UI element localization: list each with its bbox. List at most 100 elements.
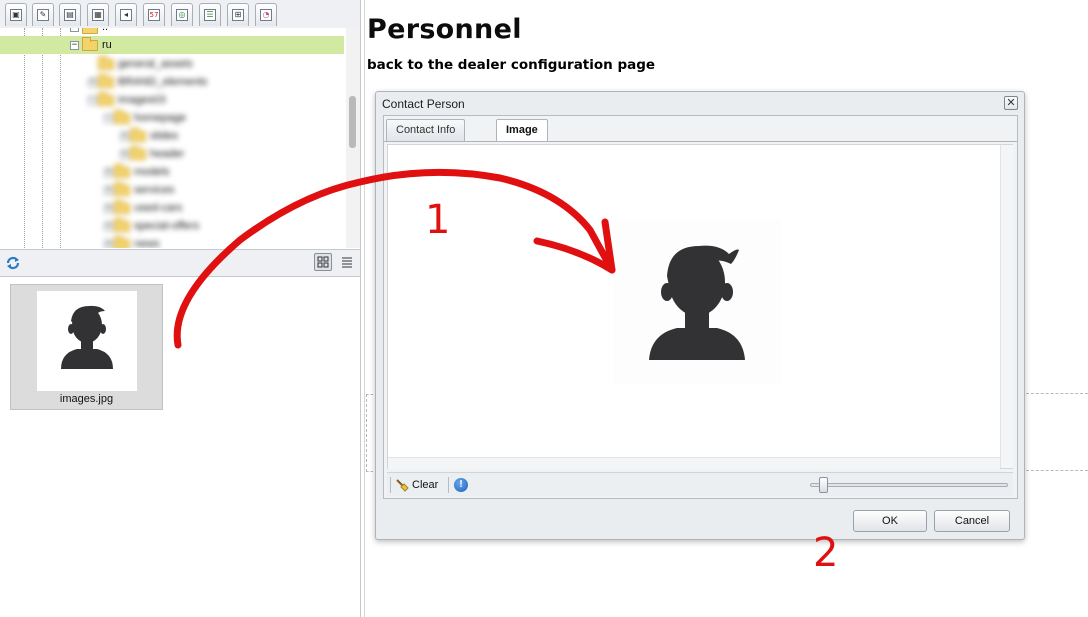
expand-toggle[interactable]: + [104,168,113,177]
globe-tab[interactable]: ◎ [171,3,193,26]
tree-item-label: used-cars [134,202,183,214]
expand-toggle[interactable]: + [104,204,113,213]
expand-toggle[interactable]: + [104,240,113,248]
list-icon [342,257,352,268]
list-view-button[interactable] [338,253,356,271]
tree-item-label: .. [102,28,108,33]
tree-row[interactable]: + special-offers [0,217,344,235]
tree-item-label: slides [150,130,179,142]
cancel-button[interactable]: Cancel [934,510,1010,532]
dashed-divider [1026,393,1088,394]
preview-vertical-scrollbar[interactable] [1000,145,1013,468]
clear-button[interactable]: Clear [395,476,438,494]
folder-icon [114,164,130,178]
file-thumbnail[interactable]: images.jpg [10,284,163,410]
sitemap-icon: ⊞ [232,9,244,21]
file-manager-panel: ▣ ✎ ▤ ▦ ◂ 57 ◎ ☰ ⊞ ◔ − .. − ru general_a… [0,0,366,617]
folder-icon [98,74,114,88]
zoom-slider-track[interactable] [810,483,1008,487]
grid-icon [317,256,329,268]
tree-item-label: general_assets [118,58,193,70]
tree-row[interactable]: − images03 [0,91,344,109]
table-tab[interactable]: ☰ [199,3,221,26]
tree-row[interactable]: + slides [0,127,344,145]
media-tab[interactable]: ▦ [87,3,109,26]
tree-row[interactable]: + services [0,181,344,199]
tab-image[interactable]: Image [496,119,548,142]
folder-icon [98,56,114,70]
close-icon[interactable]: ✕ [1004,96,1018,110]
images-tab[interactable]: ▣ [5,3,27,26]
brush-tab[interactable]: ✎ [32,3,54,26]
panel-divider [364,0,365,617]
collapse-toggle[interactable]: − [70,41,79,50]
files-toolbar [0,249,360,277]
folder-icon [114,218,130,232]
preview-horizontal-scrollbar[interactable] [388,457,1000,469]
tree-row[interactable]: − homepage [0,109,344,127]
tree-scrollbar-thumb[interactable] [349,96,356,148]
flash-tab[interactable]: 57 [143,3,165,26]
table-icon: ☰ [204,9,216,21]
clear-button-label: Clear [412,479,439,491]
collapse-toggle[interactable]: − [70,28,79,32]
expand-toggle[interactable]: + [120,132,129,141]
tree-item-label: BRAND_elements [118,76,208,88]
tree-row[interactable]: + header [0,145,344,163]
dialog-body: Contact Info Image Clear ! [383,115,1018,499]
folder-icon [82,28,98,34]
back-to-dealer-config-link[interactable]: back to the dealer configuration page [367,57,655,73]
images-icon: ▣ [10,9,22,21]
expand-toggle[interactable]: + [104,186,113,195]
tree-row[interactable]: general_assets [0,55,344,73]
tree-item-label: header [150,148,185,160]
expand-toggle[interactable]: + [104,222,113,231]
resource-tabs-toolbar: ▣ ✎ ▤ ▦ ◂ 57 ◎ ☰ ⊞ ◔ [0,0,360,29]
tree-item-label: models [134,166,170,178]
info-icon[interactable]: ! [454,478,468,492]
ok-button[interactable]: OK [853,510,927,532]
folder-icon [114,110,130,124]
tree-row[interactable]: + models [0,163,344,181]
tree-row[interactable]: + BRAND_elements [0,73,344,91]
drop-zone-outline [366,394,373,472]
folder-icon [130,146,146,160]
brush-icon: ✎ [37,9,49,21]
folder-tree: − .. − ru general_assets + BRAND_element… [0,28,346,248]
settings-tab[interactable]: ◔ [255,3,277,26]
tree-item-label: news [134,238,160,248]
folder-icon [114,182,130,196]
dialog-title: Contact Person [382,97,465,111]
globe-icon: ◎ [176,9,188,21]
thumbnail-view-button[interactable] [314,253,332,271]
refresh-icon[interactable] [5,255,21,271]
tree-row[interactable]: + news [0,235,344,248]
expand-toggle[interactable]: + [88,78,97,87]
expand-toggle[interactable]: + [120,150,129,159]
document-tab[interactable]: ▤ [59,3,81,26]
folder-icon [114,200,130,214]
tree-item-label: ru [102,39,112,51]
broom-icon [396,479,409,492]
image-toolbar: Clear ! [387,472,1013,496]
tree-item-label: services [134,184,175,196]
folder-icon [130,128,146,142]
zoom-slider-thumb[interactable] [819,477,828,493]
tree-item-label: special-offers [134,220,200,232]
collapse-toggle[interactable]: − [104,114,113,123]
step-1-annotation: 1 [425,197,451,243]
tree-row[interactable]: − .. [0,28,344,36]
image-drop-area[interactable] [387,144,1013,469]
audio-tab[interactable]: ◂ [115,3,137,26]
tree-item-ru[interactable]: − ru [0,36,344,54]
tree-row[interactable]: + used-cars [0,199,344,217]
flash-icon: 57 [148,9,160,21]
media-icon: ▦ [92,9,104,21]
folder-icon [114,236,130,248]
tree-item-label: homepage [134,112,186,124]
collapse-toggle[interactable]: − [88,96,97,105]
tab-contact-info[interactable]: Contact Info [386,119,466,141]
step-2-annotation: 2 [813,530,839,576]
sitemap-tab[interactable]: ⊞ [227,3,249,26]
settings-icon: ◔ [260,9,272,21]
